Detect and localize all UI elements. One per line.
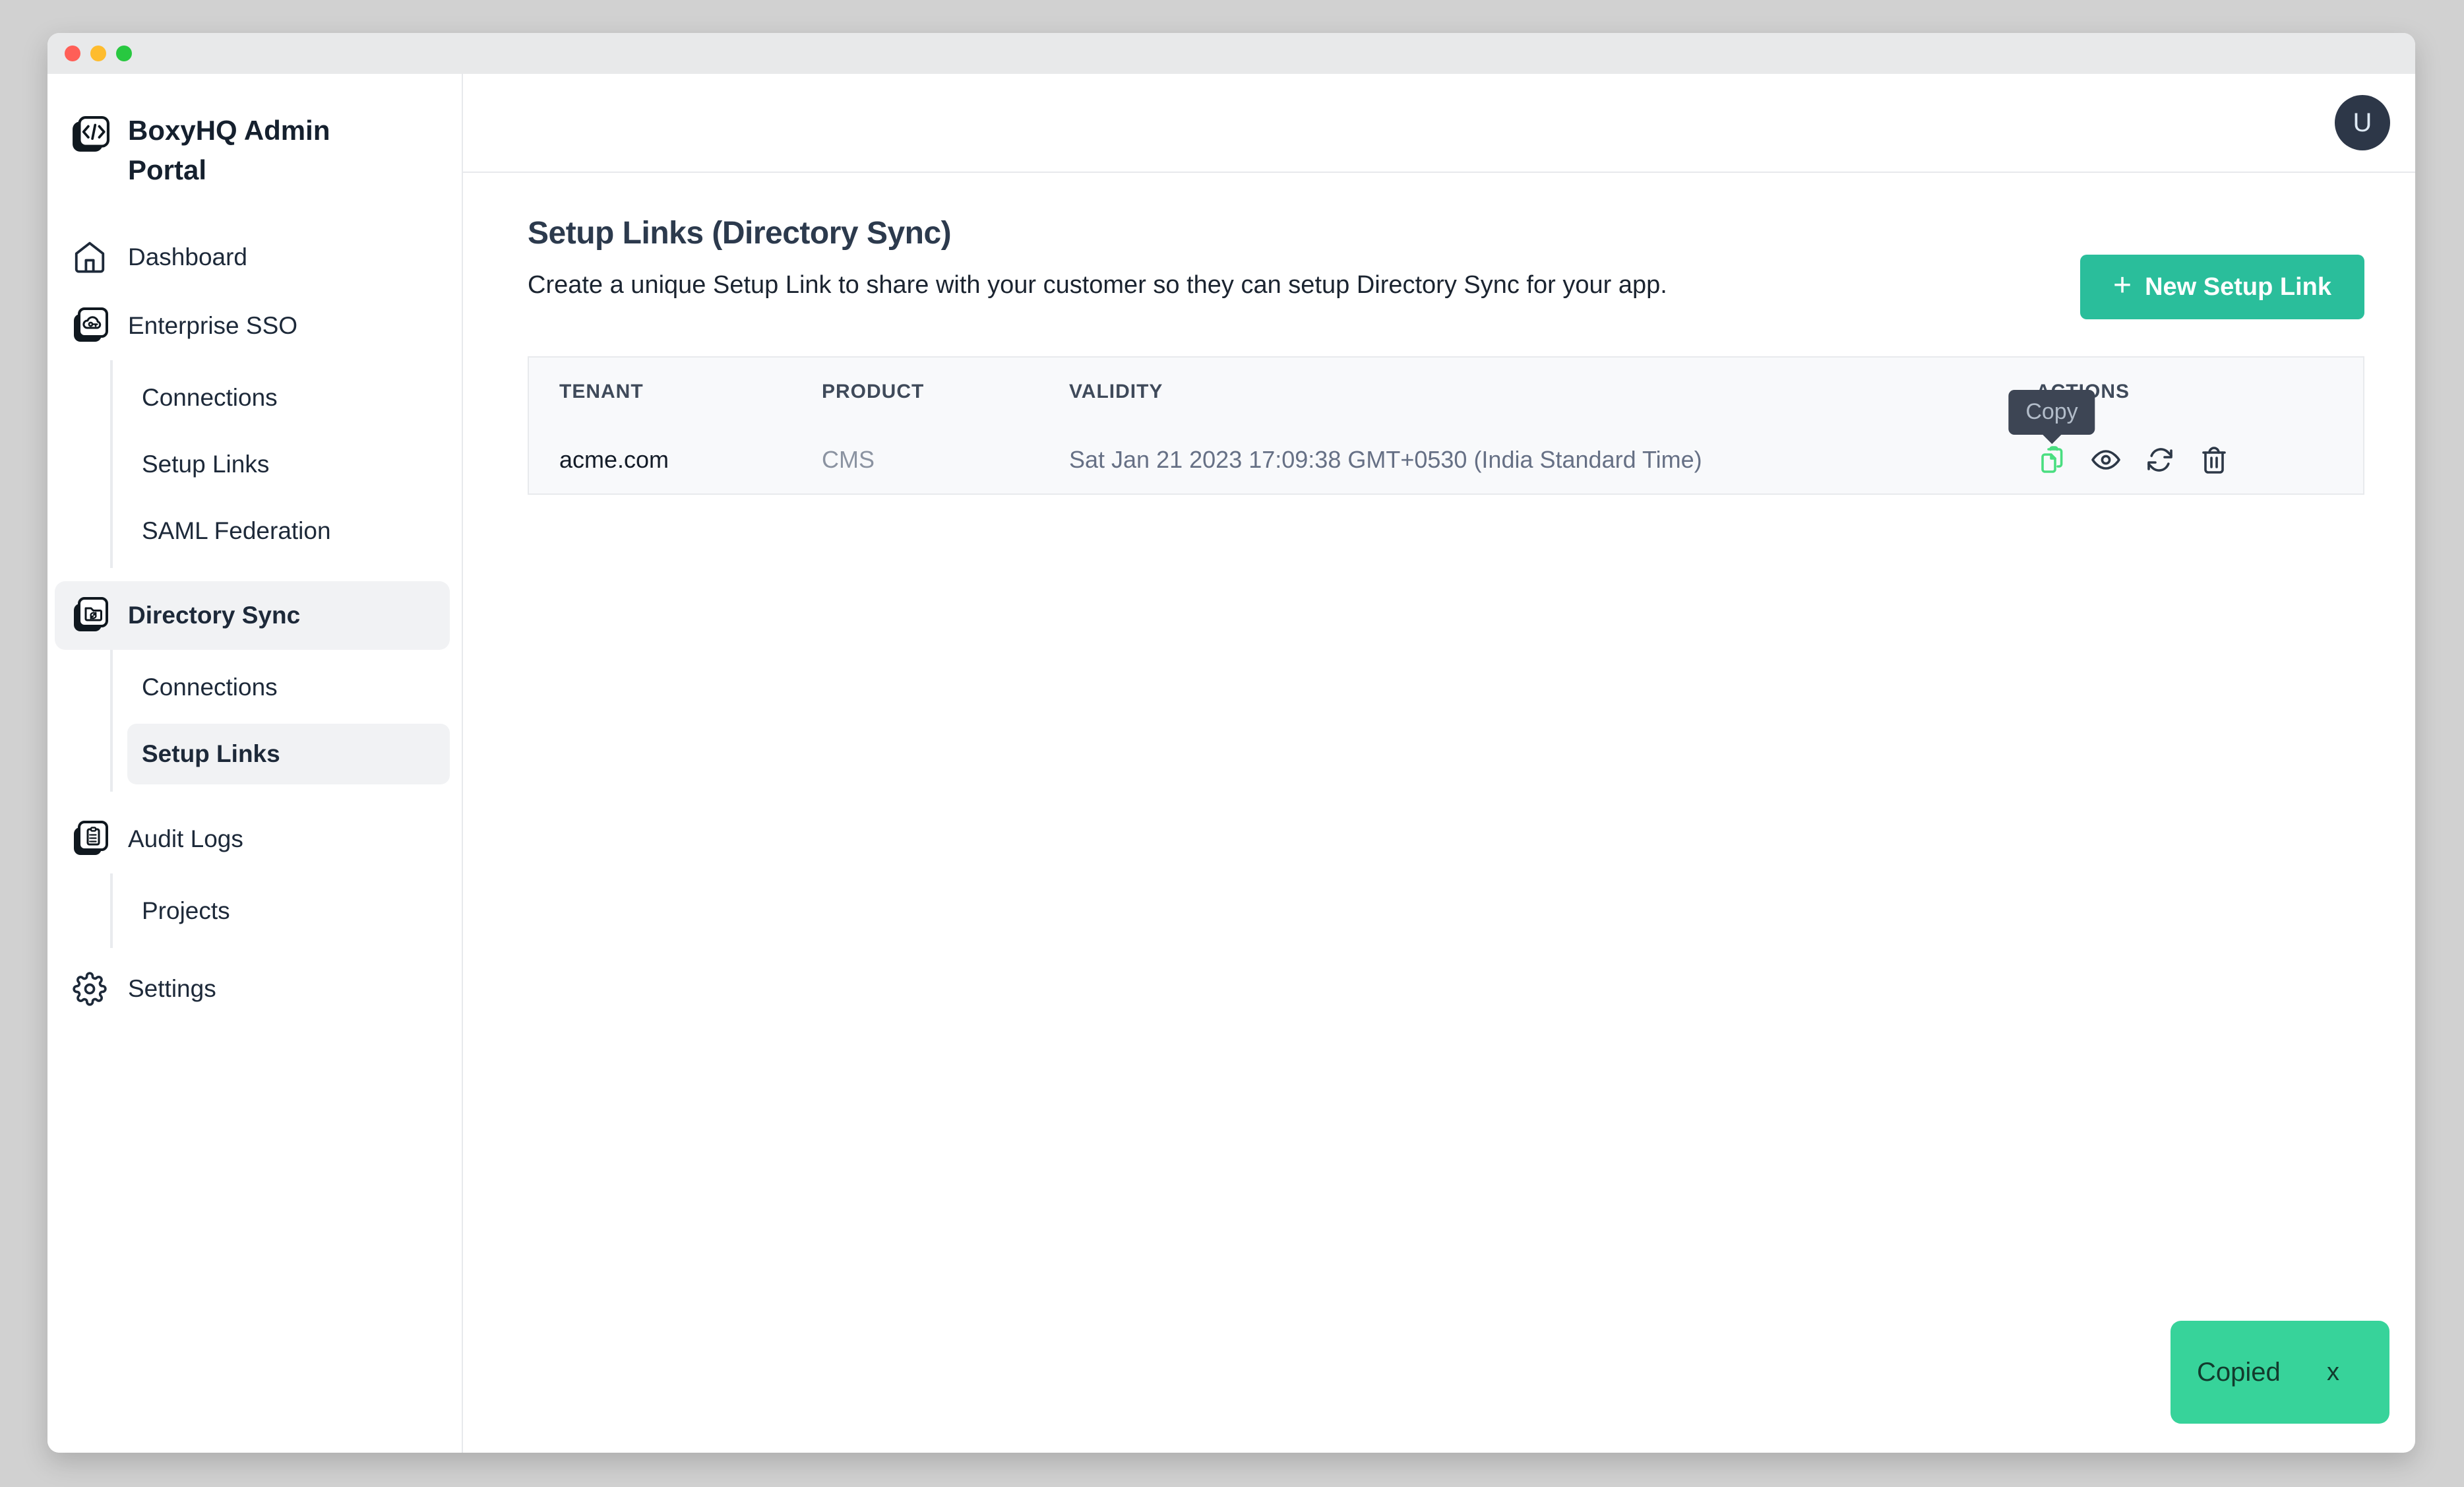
main-content: Setup Links (Directory Sync) Create a un… <box>463 173 2415 495</box>
column-header-product: PRODUCT <box>822 381 1069 403</box>
sidebar-item-label: Enterprise SSO <box>128 312 297 340</box>
sidebar-item-saml-federation[interactable]: SAML Federation <box>113 497 462 564</box>
avatar-letter: U <box>2353 108 2372 138</box>
sidebar-item-audit-logs[interactable]: Audit Logs <box>55 805 450 873</box>
table-row: acme.com CMS Sat Jan 21 2023 17:09:38 GM… <box>529 426 2363 493</box>
app-body: BoxyHQ Admin Portal Dashboard <box>47 74 2415 1453</box>
sidebar-item-label: Settings <box>128 975 216 1003</box>
sidebar-submenu-audit-logs: Projects <box>110 873 462 948</box>
window-titlebar <box>47 33 2415 74</box>
view-icon[interactable] <box>2090 444 2122 476</box>
sidebar-item-directory-sync[interactable]: Directory Sync <box>55 581 450 650</box>
folder-sync-icon <box>71 597 108 634</box>
sso-cloud-key-icon <box>71 307 108 344</box>
home-icon <box>71 239 108 276</box>
column-header-tenant: TENANT <box>559 381 822 403</box>
setup-links-table: TENANT PRODUCT VALIDITY ACTIONS acme.com… <box>528 356 2364 495</box>
page-description: Create a unique Setup Link to share with… <box>528 271 1667 300</box>
sidebar-item-label: Dashboard <box>128 243 247 271</box>
copy-tooltip-label: Copy <box>2025 399 2078 424</box>
copy-icon[interactable] <box>2036 444 2068 476</box>
window-close-button[interactable] <box>65 46 80 61</box>
validity-cell: Sat Jan 21 2023 17:09:38 GMT+0530 (India… <box>1069 446 2036 474</box>
app-window: BoxyHQ Admin Portal Dashboard <box>47 33 2415 1453</box>
delete-icon[interactable] <box>2198 444 2230 476</box>
column-header-validity: VALIDITY <box>1069 381 2036 403</box>
tooltip-caret-icon <box>2043 435 2061 444</box>
tenant-cell: acme.com <box>559 446 822 474</box>
sidebar: BoxyHQ Admin Portal Dashboard <box>47 74 463 1453</box>
product-cell: CMS <box>822 446 1069 474</box>
toast-message: Copied <box>2197 1358 2281 1387</box>
sidebar-item-dashboard[interactable]: Dashboard <box>55 223 450 292</box>
copy-tooltip: Copy <box>2008 390 2095 435</box>
topbar: U <box>463 74 2415 173</box>
sidebar-item-sso-connections[interactable]: Connections <box>113 364 462 431</box>
sidebar-nav: Dashboard En <box>47 223 462 1023</box>
user-avatar[interactable]: U <box>2335 95 2390 150</box>
window-minimize-button[interactable] <box>90 46 106 61</box>
plus-icon: + <box>2113 270 2132 301</box>
gear-icon <box>71 970 108 1007</box>
sidebar-submenu-enterprise-sso: Connections Setup Links SAML Federation <box>110 360 462 568</box>
sidebar-item-dsync-setup-links[interactable]: Setup Links <box>127 724 450 784</box>
toast-close-button[interactable]: x <box>2327 1358 2339 1387</box>
sidebar-item-sso-setup-links[interactable]: Setup Links <box>113 431 462 497</box>
regenerate-icon[interactable] <box>2144 444 2176 476</box>
new-setup-link-button[interactable]: + New Setup Link <box>2080 255 2364 319</box>
main-area: U Setup Links (Directory Sync) Create a … <box>463 74 2415 1453</box>
sidebar-submenu-directory-sync: Connections Setup Links <box>110 650 462 792</box>
logo-title: BoxyHQ Admin Portal <box>128 111 359 190</box>
clipboard-icon <box>71 821 108 858</box>
page-header: Setup Links (Directory Sync) Create a un… <box>528 215 2364 319</box>
app-logo: BoxyHQ Admin Portal <box>47 111 462 190</box>
window-zoom-button[interactable] <box>116 46 132 61</box>
sidebar-item-enterprise-sso[interactable]: Enterprise SSO <box>55 292 450 360</box>
new-setup-link-label: New Setup Link <box>2145 273 2331 301</box>
copied-toast: Copied x <box>2171 1321 2389 1424</box>
page-header-text: Setup Links (Directory Sync) Create a un… <box>528 215 1667 300</box>
row-actions: Copy <box>2036 444 2333 476</box>
page-title: Setup Links (Directory Sync) <box>528 215 1667 251</box>
sidebar-item-label: Directory Sync <box>128 602 300 629</box>
sidebar-item-dsync-connections[interactable]: Connections <box>113 654 462 720</box>
sidebar-item-projects[interactable]: Projects <box>113 877 462 944</box>
sidebar-item-label: Audit Logs <box>128 825 243 853</box>
sidebar-item-settings[interactable]: Settings <box>55 955 450 1023</box>
boxyhq-logo-icon <box>71 111 109 154</box>
